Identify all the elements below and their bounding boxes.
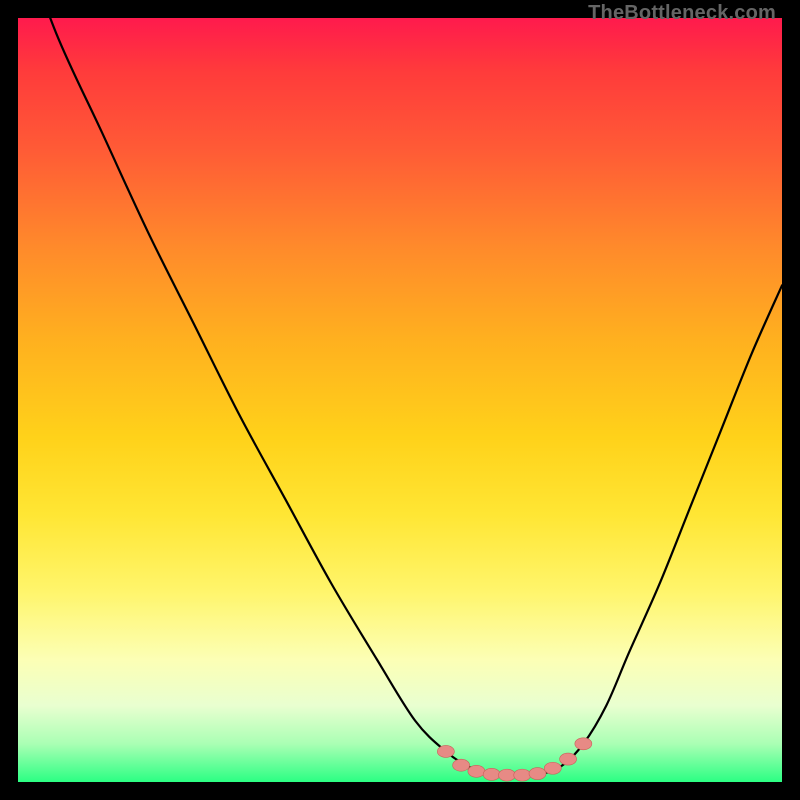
chart-container: TheBottleneck.com [0, 0, 800, 800]
flat-region-marker [544, 762, 561, 774]
flat-region-markers [437, 738, 592, 781]
flat-region-marker [529, 768, 546, 780]
flat-region-marker [437, 745, 454, 757]
flat-region-marker [483, 768, 500, 780]
plot-area [18, 18, 782, 782]
flat-region-marker [575, 738, 592, 750]
flat-region-marker [514, 769, 531, 781]
flat-region-marker [498, 769, 515, 781]
flat-region-marker [468, 765, 485, 777]
flat-region-marker [560, 753, 577, 765]
watermark-text: TheBottleneck.com [588, 2, 776, 25]
chart-overlay [18, 18, 782, 782]
flat-region-marker [453, 759, 470, 771]
bottleneck-curve [18, 18, 782, 775]
